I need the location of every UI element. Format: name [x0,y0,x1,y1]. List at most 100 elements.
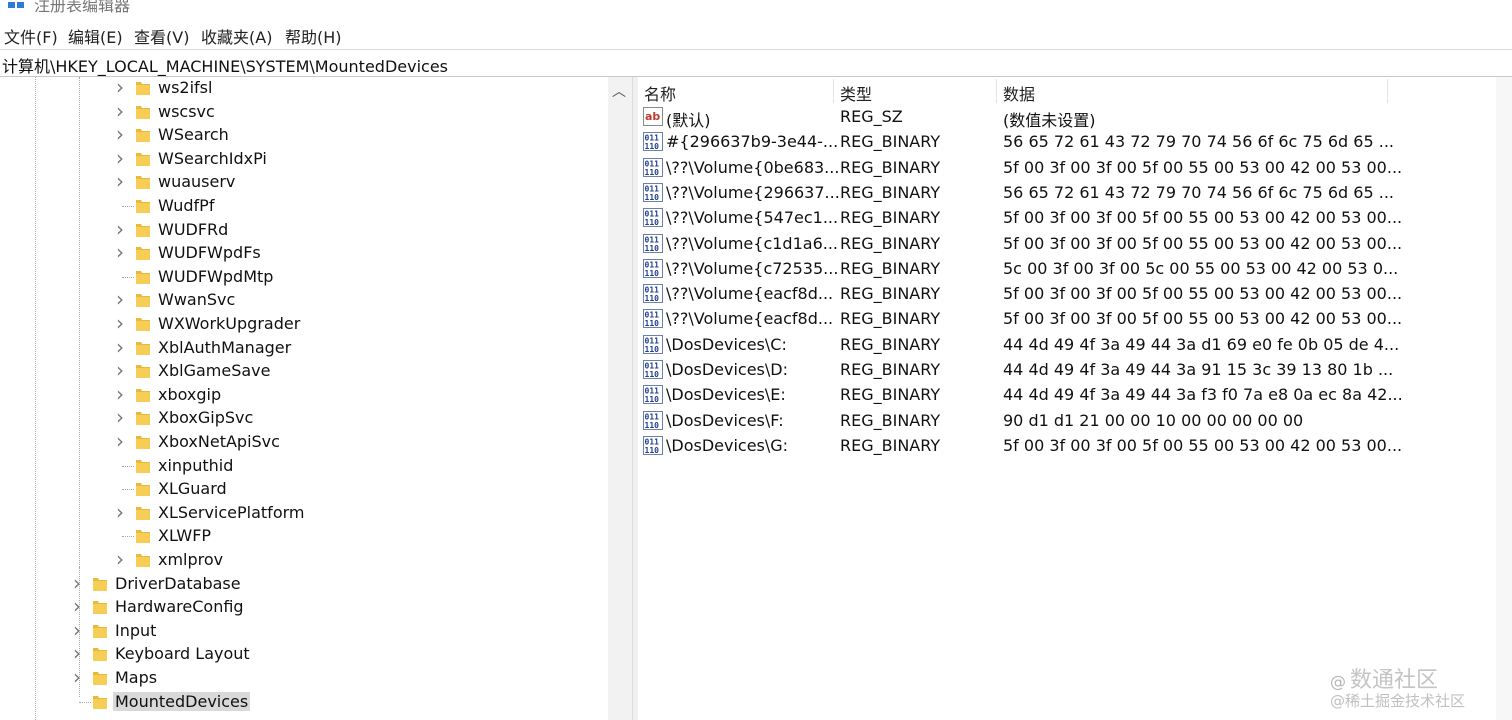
column-divider[interactable] [1387,79,1388,103]
tree-item[interactable]: › XblGameSave [0,360,600,383]
tree-item[interactable]: › XboxNetApiSvc [0,431,600,454]
tree-item-label: Keyboard Layout [115,644,250,664]
tree-item[interactable]: › wscsvc [0,101,600,124]
tree-item[interactable]: › DriverDatabase [0,573,600,596]
tree-item[interactable]: › xmlprov [0,549,600,572]
chevron-right-icon[interactable]: › [71,573,83,593]
tree-item[interactable]: WUDFWpdMtp [0,266,600,289]
chevron-right-icon[interactable]: › [114,431,126,451]
value-row[interactable]: 011 110 \??\Volume{0be683... REG_BINARY 5f 0… [638,156,1498,181]
svg-text:110: 110 [645,193,660,202]
tree-item[interactable]: › HardwareConfig [0,596,600,619]
tree-item[interactable]: › XblAuthManager [0,337,600,360]
chevron-right-icon[interactable]: › [114,360,126,380]
value-row[interactable]: 011 110 \DosDevices\F: REG_BINARY 90 d1 d1 2… [638,409,1498,434]
tree-item[interactable]: › WSearch [0,124,600,147]
chevron-right-icon[interactable]: › [114,313,126,333]
value-row[interactable]: 011 110 #{296637b9-3e44-... REG_BINARY 56 65… [638,130,1498,155]
tree-item-label: WSearch [158,125,229,145]
value-row[interactable]: 011 110 \DosDevices\D: REG_BINARY 44 4d 49 4… [638,358,1498,383]
value-row[interactable]: 011 110 \??\Volume{c1d1a6... REG_BINARY 5f 0… [638,232,1498,257]
chevron-right-icon[interactable]: › [114,549,126,569]
tree-item-label: XboxNetApiSvc [158,432,280,451]
menu-edit[interactable]: 编辑(E) [68,24,123,48]
value-row[interactable]: 011 110 \??\Volume{547ec1... REG_BINARY 5f 0… [638,206,1498,231]
values-list[interactable]: 名称 类型 数据 ab (默认) REG_SZ (数值未设置) 011 110 #{2966… [638,77,1512,720]
tree-item[interactable]: xinputhid [0,455,600,478]
chevron-right-icon[interactable]: › [71,596,83,616]
menu-file[interactable]: 文件(F) [4,24,58,48]
value-type: REG_BINARY [840,309,941,329]
chevron-right-icon[interactable]: › [114,101,126,121]
tree-item[interactable]: › Maps [0,667,600,690]
binary-value-icon: 011110 [643,258,663,278]
tree-item[interactable]: › WwanSvc [0,289,600,312]
menu-favorites[interactable]: 收藏夹(A) [201,24,272,48]
column-header-name[interactable]: 名称 [638,77,833,105]
tree-item[interactable]: › Input [0,620,600,643]
value-row[interactable]: 011 110 \DosDevices\C: REG_BINARY 44 4d 49 4… [638,333,1498,358]
chevron-right-icon[interactable]: › [114,502,126,522]
menu-help[interactable]: 帮助(H) [285,24,342,48]
tree-item[interactable]: › Keyboard Layout [0,643,600,666]
tree-item[interactable]: XLGuard [0,478,600,501]
chevron-right-icon[interactable]: › [114,407,126,427]
chevron-right-icon[interactable]: › [114,171,126,191]
chevron-right-icon[interactable]: › [114,219,126,239]
tree-item[interactable]: MountedDevices [0,691,600,714]
chevron-right-icon[interactable]: › [114,384,126,404]
tree-item[interactable]: › WXWorkUpgrader [0,313,600,336]
chevron-right-icon[interactable]: › [114,289,126,309]
svg-text:110: 110 [645,345,660,354]
tree-item[interactable]: › WUDFRd [0,219,600,242]
binary-value-icon: 011110 [643,182,663,202]
value-row[interactable]: 011 110 \DosDevices\E: REG_BINARY 44 4d 49 4… [638,383,1498,408]
chevron-right-icon[interactable]: › [71,643,83,663]
tree-item-label: XLWFP [158,526,212,546]
menu-view[interactable]: 查看(V) [134,24,189,48]
folder-icon [136,530,150,544]
tree-item-label: XLGuard [158,479,227,499]
value-row[interactable]: ab (默认) REG_SZ (数值未设置) [638,105,1498,130]
tree-item[interactable]: › WSearchIdxPi [0,148,600,171]
address-bar[interactable]: 计算机\HKEY_LOCAL_MACHINE\SYSTEM\MountedDev… [0,49,1512,77]
column-header-data[interactable]: 数据 [997,77,1387,105]
tree-item[interactable]: › ws2ifsl [0,77,600,100]
chevron-right-icon[interactable]: › [114,148,126,168]
address-path[interactable]: 计算机\HKEY_LOCAL_MACHINE\SYSTEM\MountedDev… [2,53,448,77]
tree-guide-line [122,276,134,278]
value-name: \??\Volume{c72535... [666,258,839,278]
column-header-type[interactable]: 类型 [834,77,996,105]
tree-item[interactable]: › XLServicePlatform [0,502,600,525]
tree-scrollbar[interactable]: ︿ [608,77,632,720]
value-name: \??\Volume{547ec1... [666,208,839,228]
tree-item[interactable]: › WUDFWpdFs [0,242,600,265]
value-row[interactable]: 011 110 \??\Volume{eacf8d... REG_BINARY 5f 0… [638,282,1498,307]
registry-tree[interactable]: › ws2ifsl › wscsvc › WSearch › WSearchIdxPi › wua… [0,77,632,720]
value-type: REG_BINARY [840,132,941,152]
value-row[interactable]: 011 110 \??\Volume{296637... REG_BINARY 56 6… [638,181,1498,206]
chevron-right-icon[interactable]: › [114,337,126,357]
chevron-right-icon[interactable]: › [71,667,83,687]
chevron-right-icon[interactable]: › [114,77,126,97]
tree-item-label: XblGameSave [158,361,271,381]
scroll-up-icon[interactable]: ︿ [612,81,626,101]
tree-item[interactable]: › xboxgip [0,384,600,407]
chevron-right-icon[interactable]: › [114,124,126,144]
tree-item[interactable]: › XboxGipSvc [0,407,600,430]
value-row[interactable]: 011 110 \??\Volume{c72535... REG_BINARY 5c 0… [638,257,1498,282]
chevron-right-icon[interactable]: › [114,242,126,262]
svg-text:110: 110 [645,395,660,404]
binary-value-icon: 011110 [643,410,663,430]
folder-icon [93,672,107,685]
folder-icon [93,695,107,709]
tree-item-label: WXWorkUpgrader [158,314,301,333]
tree-item[interactable]: XLWFP [0,525,600,548]
values-scrollbar[interactable] [1496,77,1512,720]
tree-item[interactable]: › wuauserv [0,171,600,194]
value-row[interactable]: 011 110 \DosDevices\G: REG_BINARY 5f 00 3f 0… [638,434,1498,459]
value-row[interactable]: 011 110 \??\Volume{eacf8d... REG_BINARY 5f 0… [638,307,1498,332]
chevron-right-icon[interactable]: › [71,620,83,640]
tree-item[interactable]: WudfPf [0,195,600,218]
binary-value-icon: 011110 [643,132,663,152]
